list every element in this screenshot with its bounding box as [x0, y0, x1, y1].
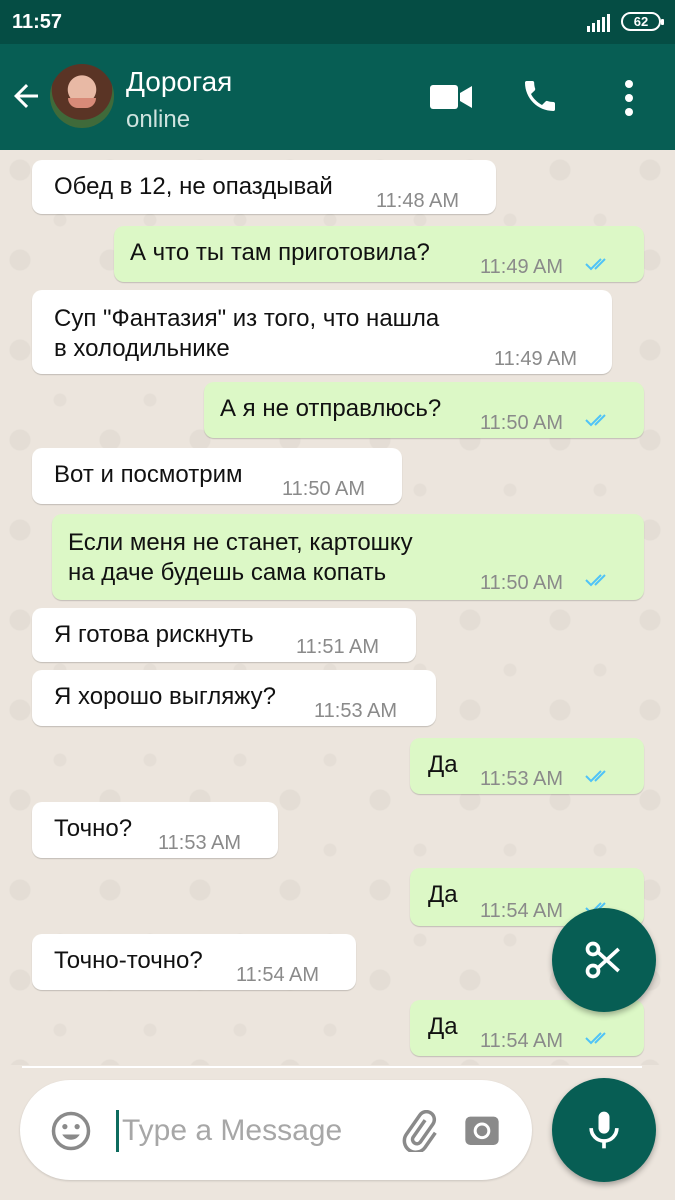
- message-outgoing[interactable]: Да 11:53 AM: [410, 738, 644, 794]
- mic-button[interactable]: [552, 1078, 656, 1182]
- attach-icon[interactable]: [398, 1110, 440, 1152]
- message-time: 11:49 AM: [480, 256, 564, 278]
- message-text: Я хорошо выгляжу?: [54, 683, 276, 710]
- message-input[interactable]: [122, 1106, 382, 1156]
- message-composer: [20, 1080, 532, 1180]
- video-call-icon[interactable]: [430, 82, 472, 112]
- status-time: 11:57: [12, 11, 63, 33]
- message-incoming[interactable]: Точно-точно? 11:54 AM: [32, 934, 356, 990]
- scissors-icon: [585, 941, 620, 979]
- message-time: 11:54 AM: [236, 964, 320, 986]
- message-time: 11:50 AM: [282, 478, 366, 500]
- message-outgoing[interactable]: А что ты там приготовила? 11:49 AM: [114, 226, 644, 282]
- message-text: А что ты там приготовила?: [130, 239, 430, 266]
- contact-name[interactable]: Дорогая: [126, 66, 232, 98]
- message-text: Я готова рискнуть: [54, 621, 254, 648]
- message-incoming[interactable]: Точно? 11:53 AM: [32, 802, 278, 858]
- camera-icon[interactable]: [462, 1110, 502, 1150]
- back-arrow-icon[interactable]: [8, 78, 44, 114]
- read-ticks-icon: [585, 414, 606, 427]
- signal-icon: [587, 14, 610, 32]
- message-time: 11:54 AM: [480, 1030, 564, 1052]
- message-text: Да: [428, 881, 458, 908]
- mic-icon: [589, 1111, 619, 1149]
- message-incoming[interactable]: Обед в 12, не опаздывай 11:48 AM: [32, 160, 496, 214]
- message-outgoing[interactable]: Если меня не станет, картошку на даче бу…: [52, 514, 644, 600]
- message-text: Суп "Фантазия" из того, что нашла в холо…: [54, 305, 440, 362]
- message-text: А я не отправлюсь?: [220, 395, 442, 422]
- message-text: Если меня не станет, картошку на даче бу…: [68, 529, 413, 586]
- message-text: Точно?: [54, 815, 133, 842]
- message-time: 11:54 AM: [480, 900, 564, 922]
- avatar[interactable]: [50, 64, 114, 128]
- message-text: Точно-точно?: [54, 947, 203, 974]
- message-time: 11:50 AM: [480, 572, 564, 594]
- message-incoming[interactable]: Суп "Фантазия" из того, что нашла в холо…: [32, 290, 612, 374]
- more-vert-icon[interactable]: [618, 78, 640, 118]
- message-time: 11:50 AM: [480, 412, 564, 434]
- message-incoming[interactable]: Я готова рискнуть 11:51 AM: [32, 608, 416, 662]
- message-time: 11:49 AM: [494, 348, 578, 370]
- battery-icon: 62: [621, 12, 664, 31]
- message-text: Обед в 12, не опаздывай: [54, 173, 333, 200]
- message-time: 11:53 AM: [480, 768, 564, 790]
- read-ticks-icon: [585, 258, 606, 271]
- read-ticks-icon: [585, 1032, 606, 1045]
- message-text: Да: [428, 1013, 458, 1040]
- message-time: 11:53 AM: [158, 832, 242, 854]
- scissors-button[interactable]: [552, 908, 656, 1012]
- message-outgoing[interactable]: А я не отправлюсь? 11:50 AM: [204, 382, 644, 438]
- text-cursor: [116, 1110, 119, 1152]
- message-time: 11:48 AM: [376, 190, 460, 212]
- read-ticks-icon: [585, 574, 606, 587]
- battery-level: 62: [633, 14, 649, 29]
- contact-status: online: [126, 106, 191, 133]
- message-time: 11:51 AM: [296, 636, 380, 658]
- emoji-icon[interactable]: [50, 1110, 92, 1152]
- divider: [22, 1066, 642, 1068]
- chat-header: Дорогая online: [0, 44, 675, 150]
- message-text: Вот и посмотрим: [54, 461, 243, 488]
- message-text: Да: [428, 751, 458, 778]
- status-bar: 11:57 62: [0, 0, 675, 44]
- read-ticks-icon: [585, 770, 606, 783]
- message-incoming[interactable]: Вот и посмотрим 11:50 AM: [32, 448, 402, 504]
- phone-icon[interactable]: [520, 76, 560, 116]
- message-time: 11:53 AM: [314, 700, 398, 722]
- message-incoming[interactable]: Я хорошо выгляжу? 11:53 AM: [32, 670, 436, 726]
